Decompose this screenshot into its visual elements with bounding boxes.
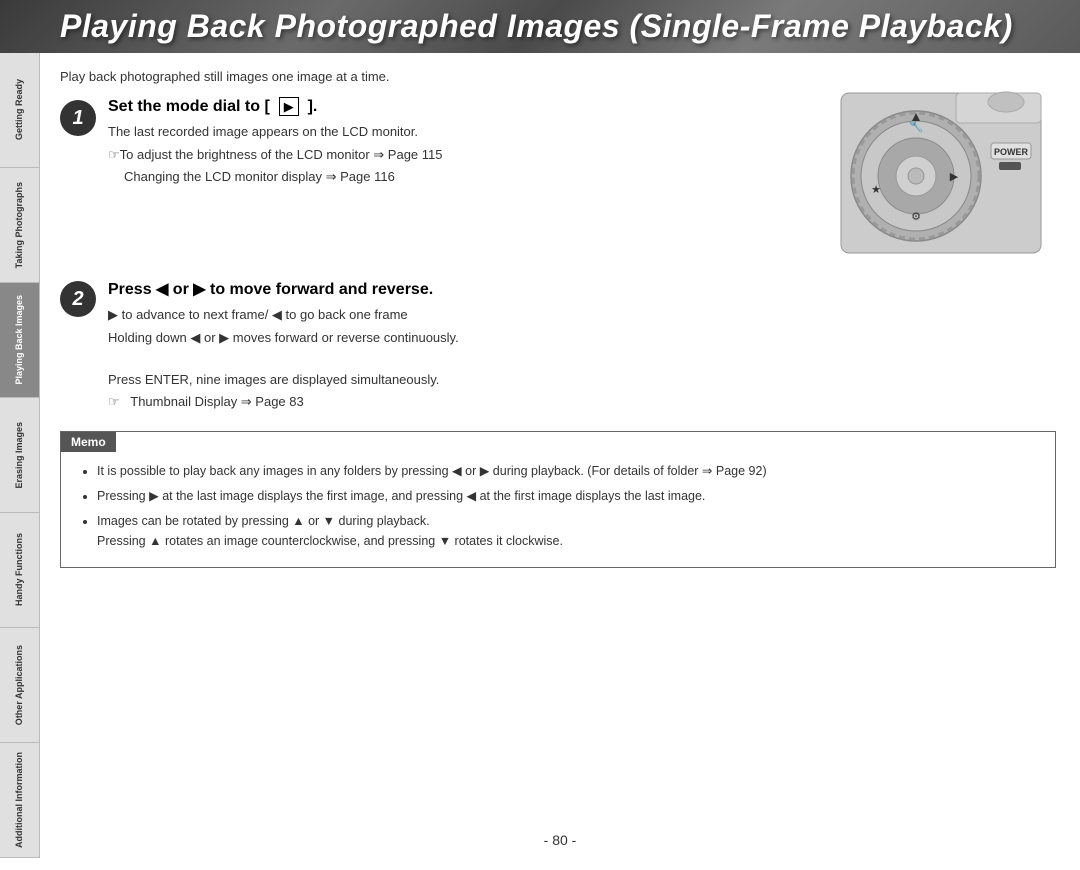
step2-section: 2 Press ◀ or ▶ to move forward and rever… (60, 279, 1056, 415)
step2-line4: ☞ Thumbnail Display ⇒ Page 83 (108, 392, 1056, 412)
step2-body: ▶ to advance to next frame/ ◀ to go back… (108, 305, 1056, 412)
sidebar-item-other-applications[interactable]: Other Applications (0, 628, 39, 743)
sidebar-item-additional-information[interactable]: Additional Information (0, 743, 39, 858)
memo-item-2: Pressing ▶ at the last image displays th… (97, 487, 1039, 506)
memo-list: It is possible to play back any images i… (77, 462, 1039, 552)
main-layout: Getting Ready Taking Photographs Playing… (0, 53, 1080, 858)
step1-line3: Changing the LCD monitor display ⇒ Page … (124, 167, 826, 187)
svg-text:▶: ▶ (950, 171, 959, 183)
step2-title: Press ◀ or ▶ to move forward and reverse… (108, 279, 1056, 299)
sidebar-item-taking-photographs[interactable]: Taking Photographs (0, 168, 39, 283)
sidebar-item-handy-functions[interactable]: Handy Functions (0, 513, 39, 628)
page-number: - 80 - (544, 832, 577, 848)
step2-line3: Press ENTER, nine images are displayed s… (108, 370, 1056, 390)
camera-diagram: 🔧 ▶ ⚙ ★ POWER (836, 88, 1056, 263)
sidebar-item-erasing-images[interactable]: Erasing Images (0, 398, 39, 513)
step1-line1: The last recorded image appears on the L… (108, 122, 826, 142)
memo-item-3: Images can be rotated by pressing ▲ or ▼… (97, 512, 1039, 551)
memo-box: Memo It is possible to play back any ima… (60, 431, 1056, 569)
step2-line2: Holding down ◀ or ▶ moves forward or rev… (108, 328, 1056, 348)
step1-line2: ☞To adjust the brightness of the LCD mon… (108, 145, 826, 165)
page-header: Playing Back Photographed Images (Single… (0, 0, 1080, 53)
step1-content: Set the mode dial to [ ▶ ]. The last rec… (108, 98, 826, 190)
sidebar: Getting Ready Taking Photographs Playing… (0, 53, 40, 858)
sidebar-item-getting-ready[interactable]: Getting Ready (0, 53, 39, 168)
intro-text: Play back photographed still images one … (60, 69, 1056, 84)
step2-content: Press ◀ or ▶ to move forward and reverse… (108, 279, 1056, 415)
memo-header: Memo (61, 432, 116, 452)
step2-line1: ▶ to advance to next frame/ ◀ to go back… (108, 305, 1056, 325)
svg-text:★: ★ (871, 184, 881, 196)
content-area: Play back photographed still images one … (40, 53, 1080, 858)
step1-area: 1 Set the mode dial to [ ▶ ]. The last r… (60, 98, 1056, 263)
memo-content: It is possible to play back any images i… (61, 452, 1055, 568)
memo-item-1: It is possible to play back any images i… (97, 462, 1039, 481)
page-title: Playing Back Photographed Images (Single… (60, 8, 1060, 45)
step1-left: 1 Set the mode dial to [ ▶ ]. The last r… (60, 98, 826, 263)
step1-section: 1 Set the mode dial to [ ▶ ]. The last r… (60, 98, 826, 190)
camera-svg: 🔧 ▶ ⚙ ★ POWER (836, 88, 1046, 258)
step1-body: The last recorded image appears on the L… (108, 122, 826, 187)
step1-number: 1 (60, 100, 96, 136)
step1-title: Set the mode dial to [ ▶ ]. (108, 98, 826, 116)
step2-number: 2 (60, 281, 96, 317)
svg-text:POWER: POWER (994, 147, 1029, 157)
svg-text:⚙: ⚙ (911, 211, 921, 223)
sidebar-item-playing-back-images[interactable]: Playing Back Images (0, 283, 39, 398)
